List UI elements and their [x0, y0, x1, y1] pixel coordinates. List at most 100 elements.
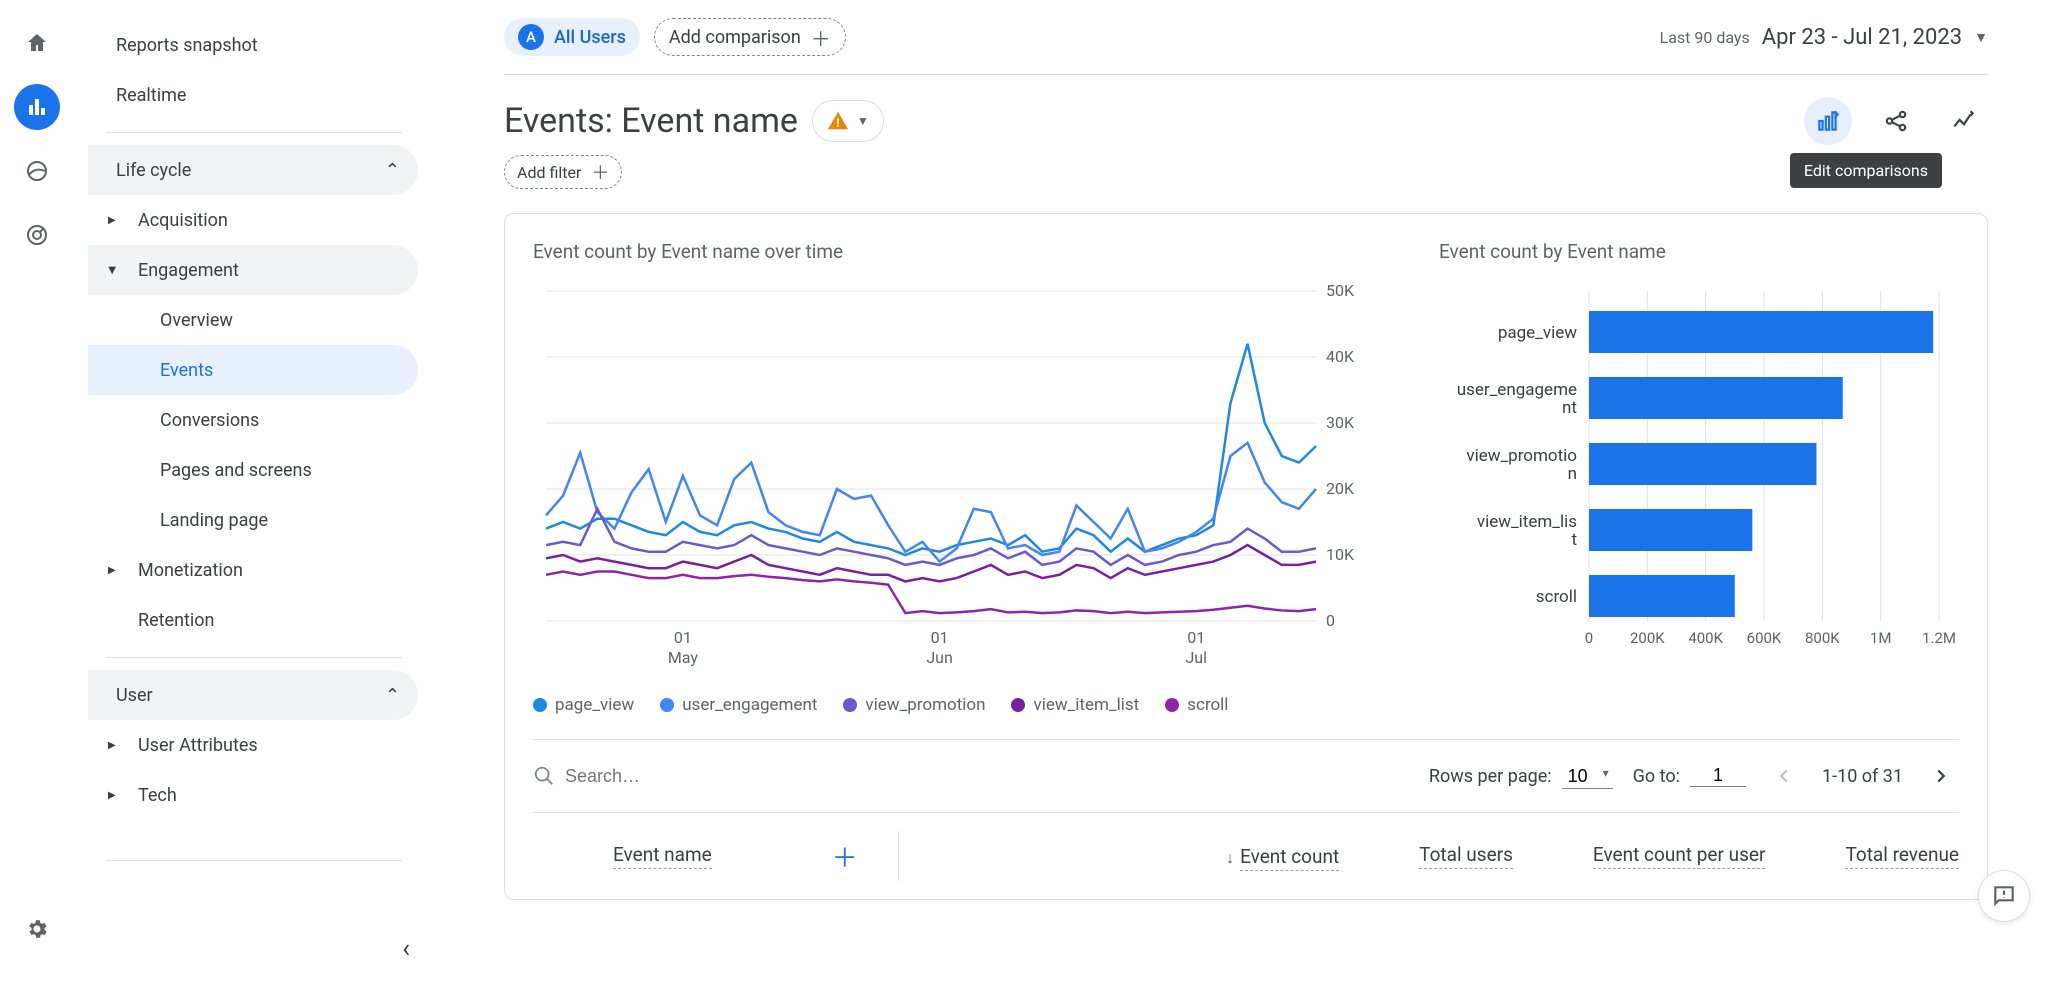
next-page-button[interactable]	[1923, 758, 1959, 794]
label: Conversions	[160, 410, 259, 431]
sidebar-section-life-cycle[interactable]: Life cycle ⌃	[88, 145, 418, 195]
table-pagination	[1766, 758, 1802, 794]
legend-item[interactable]: view_promotion	[843, 695, 985, 715]
sidebar-section-user[interactable]: User ⌃	[88, 670, 418, 720]
title-actions: Edit comparisons	[1804, 97, 1988, 145]
svg-text:nt: nt	[1562, 398, 1577, 418]
goto-input[interactable]	[1690, 765, 1746, 787]
svg-text:50K: 50K	[1326, 281, 1355, 300]
svg-text:t: t	[1571, 530, 1577, 550]
sidebar-item-retention[interactable]: Retention	[88, 595, 418, 645]
sidebar-item-landing-page[interactable]: Landing page	[88, 495, 418, 545]
col-event-name[interactable]: Event name	[613, 843, 712, 869]
col-event-count-per-user[interactable]: Event count per user	[1593, 843, 1766, 869]
home-icon[interactable]	[14, 20, 60, 66]
sidebar-item-reports-snapshot[interactable]: Reports snapshot	[88, 20, 418, 70]
label: Retention	[138, 610, 214, 631]
label: Tech	[138, 785, 177, 806]
collapse-sidebar-icon[interactable]: ‹	[402, 934, 410, 964]
reports-icon[interactable]	[14, 84, 60, 130]
share-button[interactable]	[1872, 97, 1920, 145]
segment-label: All Users	[554, 27, 626, 48]
label: Monetization	[138, 560, 243, 581]
sidebar-item-overview[interactable]: Overview	[88, 295, 418, 345]
title-bar: Events: Event name ▼ Edit comparisons	[504, 75, 1988, 155]
explore-icon[interactable]	[14, 148, 60, 194]
svg-text:Jun: Jun	[926, 648, 952, 667]
caret-right-icon: ▶	[108, 740, 116, 751]
legend-item[interactable]: view_item_list	[1011, 695, 1139, 715]
label: User	[116, 685, 153, 706]
legend-label: user_engagement	[682, 695, 817, 715]
page-title: Events: Event name	[504, 101, 798, 141]
svg-text:20K: 20K	[1326, 479, 1355, 498]
legend-dot-icon	[533, 698, 547, 712]
label: Rows per page:	[1429, 766, 1552, 787]
legend-item[interactable]: user_engagement	[660, 695, 817, 715]
svg-text:400K: 400K	[1688, 629, 1723, 647]
settings-icon[interactable]	[14, 906, 60, 952]
legend-dot-icon	[1011, 698, 1025, 712]
sidebar-item-engagement[interactable]: ▶Engagement	[88, 245, 418, 295]
topbar: A All Users Add comparison ＋ Last 90 day…	[504, 18, 1988, 75]
chevron-up-icon: ⌃	[385, 160, 400, 181]
insights-button[interactable]	[1940, 97, 1988, 145]
svg-text:page_view: page_view	[1498, 323, 1577, 343]
svg-text:200K: 200K	[1630, 629, 1665, 647]
svg-text:01: 01	[674, 628, 692, 647]
add-filter-button[interactable]: Add filter ＋	[504, 155, 622, 189]
bar-chart: 0200K400K600K800K1M1.2Mpage_viewuser_eng…	[1439, 281, 1959, 661]
divider	[106, 132, 402, 133]
sidebar-item-user-attributes[interactable]: ▶ User Attributes	[88, 720, 418, 770]
sidebar-item-tech[interactable]: ▶Tech	[88, 770, 418, 820]
sidebar-item-monetization[interactable]: ▶Monetization	[88, 545, 418, 595]
svg-text:May: May	[668, 648, 699, 667]
col-total-revenue[interactable]: Total revenue	[1845, 843, 1959, 869]
advertising-icon[interactable]	[14, 212, 60, 258]
sidebar-item-acquisition[interactable]: ▶Acquisition	[88, 195, 418, 245]
table-toolbar: Rows per page: 10 Go to: 1-10 of 31	[533, 739, 1959, 794]
legend-item[interactable]: scroll	[1165, 695, 1228, 715]
segment-chip-all-users[interactable]: A All Users	[504, 18, 640, 56]
prev-page-button[interactable]	[1766, 758, 1802, 794]
col-total-users[interactable]: Total users	[1419, 843, 1513, 869]
add-comparison-button[interactable]: Add comparison ＋	[654, 18, 846, 56]
svg-text:Jul: Jul	[1185, 648, 1207, 667]
date-range-text: Apr 23 - Jul 21, 2023	[1762, 25, 1962, 50]
legend-label: view_promotion	[865, 695, 985, 715]
legend-dot-icon	[843, 698, 857, 712]
sidebar-item-realtime[interactable]: Realtime	[88, 70, 418, 120]
legend-item[interactable]: page_view	[533, 695, 634, 715]
label: User Attributes	[138, 735, 258, 756]
icon-rail	[0, 0, 74, 982]
goto-page: Go to:	[1633, 765, 1746, 787]
search-icon	[533, 765, 555, 787]
edit-comparisons-button[interactable]	[1804, 97, 1852, 145]
line-chart-title: Event count by Event name over time	[533, 240, 1379, 263]
add-dimension-button[interactable]: ＋	[832, 838, 858, 875]
label: Realtime	[116, 85, 186, 106]
sidebar-item-conversions[interactable]: Conversions	[88, 395, 418, 445]
date-range-picker[interactable]: Last 90 days Apr 23 - Jul 21, 2023 ▼	[1660, 25, 1988, 50]
plus-icon: ＋	[591, 159, 609, 185]
label: Life cycle	[116, 160, 191, 181]
search-input[interactable]	[565, 766, 765, 787]
sidebar-item-pages-screens[interactable]: Pages and screens	[88, 445, 418, 495]
svg-text:0: 0	[1326, 611, 1335, 630]
svg-text:user_engageme: user_engageme	[1457, 380, 1577, 400]
dropdown-icon: ▼	[857, 114, 869, 128]
rows-per-page-select[interactable]: 10	[1562, 764, 1613, 789]
line-chart-section: Event count by Event name over time 0 10K…	[533, 240, 1379, 715]
sidebar-item-events[interactable]: Events	[88, 345, 418, 395]
feedback-button[interactable]	[1978, 870, 2030, 922]
col-event-count[interactable]: ↓Event count	[1226, 845, 1339, 868]
label: Add filter	[517, 163, 581, 182]
line-chart: 010K20K30K40K50K01May01Jun01Jul	[533, 281, 1379, 681]
bar-chart-title: Event count by Event name	[1439, 240, 1959, 263]
svg-text:800K: 800K	[1805, 629, 1840, 647]
svg-text:10K: 10K	[1326, 545, 1355, 564]
svg-text:1.2M: 1.2M	[1922, 629, 1956, 647]
svg-text:view_item_lis: view_item_lis	[1477, 512, 1577, 532]
data-quality-warning-button[interactable]: ▼	[812, 100, 884, 142]
svg-text:view_promotio: view_promotio	[1466, 446, 1577, 466]
